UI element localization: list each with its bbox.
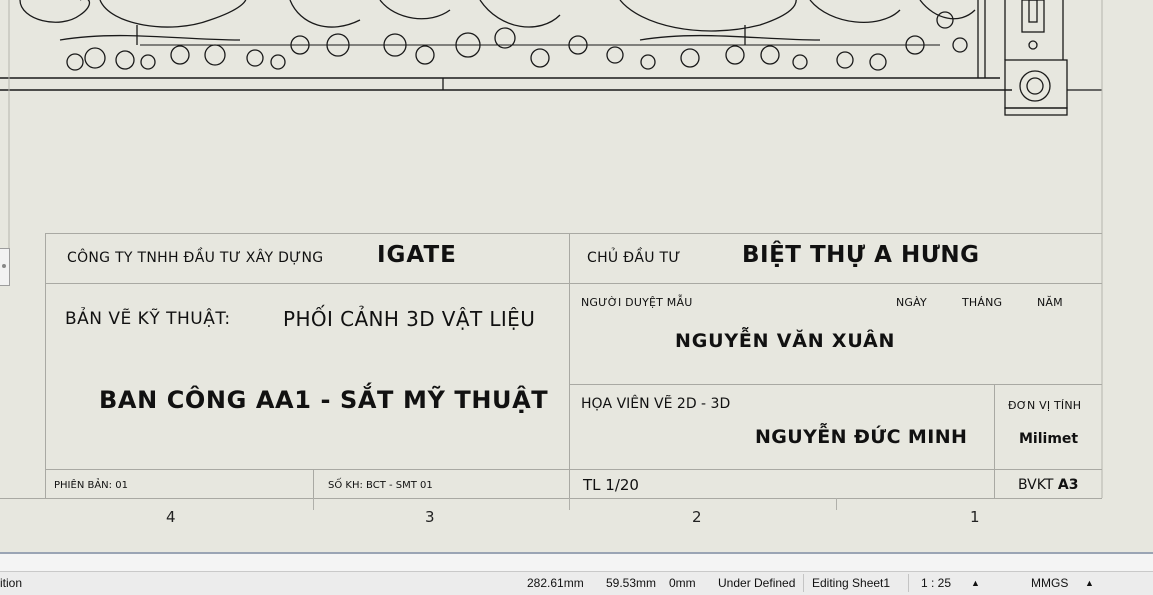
status-y-coord: 59.53mm: [606, 576, 657, 590]
status-z-coord: 0mm: [669, 576, 696, 590]
status-bar: ition 282.61mm 59.53mm 0mm Under Defined…: [0, 571, 1153, 595]
status-sheet-scale[interactable]: 1 : 25: [921, 576, 951, 590]
zone-label-3: 3: [425, 508, 435, 526]
unit-label: ĐƠN VỊ TÍNH: [1008, 399, 1082, 412]
status-message: ition: [0, 576, 23, 590]
status-x-coord: 282.61mm: [527, 576, 584, 590]
horizontal-scrollbar[interactable]: [0, 552, 1153, 573]
units-menu-arrow-icon[interactable]: ▲: [1085, 578, 1094, 588]
zone-label-1: 1: [970, 508, 980, 526]
approver-name: NGUYỄN VĂN XUÂN: [675, 330, 896, 352]
zone-label-2: 2: [692, 508, 702, 526]
handle-dot-icon: [2, 264, 6, 268]
company-label: CÔNG TY TNHH ĐẦU TƯ XÂY DỰNG: [67, 250, 324, 266]
year-label: NĂM: [1037, 296, 1063, 309]
sheet-size-value: A3: [1057, 477, 1079, 493]
doc-number: SỐ KH: BCT - SMT 01: [328, 480, 433, 491]
designer-label: HỌA VIÊN VẼ 2D - 3D: [581, 396, 731, 412]
unit-value: Milimet: [1019, 431, 1079, 447]
drawing-sheet[interactable]: CÔNG TY TNHH ĐẦU TƯ XÂY DỰNG IGATE CHỦ Đ…: [0, 0, 1153, 552]
drawing-label: BẢN VẼ KỸ THUẬT:: [65, 309, 231, 329]
month-label: THÁNG: [962, 296, 1003, 309]
designer-name: NGUYỄN ĐỨC MINH: [755, 426, 968, 448]
company-name: IGATE: [377, 242, 457, 268]
sheet-size: BVKT A3: [1018, 477, 1078, 493]
zone-tick: [313, 498, 314, 510]
scale-menu-arrow-icon[interactable]: ▲: [971, 578, 980, 588]
status-units[interactable]: MMGS: [1031, 576, 1068, 590]
zone-tick: [569, 498, 570, 510]
version: PHIÊN BẢN: 01: [54, 480, 128, 491]
status-definition: Under Defined: [718, 576, 796, 590]
sheet-size-label: BVKT: [1018, 477, 1054, 493]
zone-label-4: 4: [166, 508, 176, 526]
scale: TL 1/20: [583, 476, 639, 494]
drawing-type: PHỐI CẢNH 3D VẬT LIỆU: [283, 307, 536, 331]
panel-collapse-handle[interactable]: [0, 248, 10, 286]
drawing-title: BAN CÔNG AA1 - SẮT MỸ THUẬT: [99, 386, 549, 414]
owner-label: CHỦ ĐẦU TƯ: [587, 250, 681, 266]
zone-tick: [836, 498, 837, 510]
status-editing[interactable]: Editing Sheet1: [812, 576, 890, 590]
day-label: NGÀY: [896, 296, 927, 309]
owner-name: BIỆT THỰ A HƯNG: [742, 242, 980, 268]
approver-label: NGƯỜI DUYỆT MẪU: [581, 296, 693, 309]
